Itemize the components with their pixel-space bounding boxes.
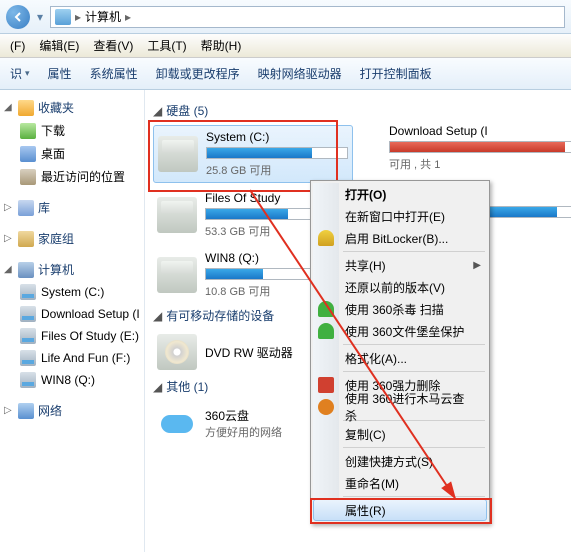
network-icon — [18, 403, 34, 419]
dvd-icon — [157, 334, 197, 370]
ctx-rename[interactable]: 重命名(M) — [313, 472, 487, 494]
toolbar-system-properties[interactable]: 系统属性 — [90, 65, 138, 82]
computer-icon — [18, 262, 34, 278]
shield-green-icon — [318, 323, 334, 339]
toolbar-map-drive[interactable]: 映射网络驱动器 — [258, 65, 342, 82]
chevron-right-icon: ▸ — [75, 10, 81, 24]
drive-download-setup[interactable]: Download Setup (I 可用 , 共 1 — [385, 120, 571, 176]
menu-view[interactable]: 查看(V) — [87, 35, 139, 56]
toolbar-uninstall[interactable]: 卸载或更改程序 — [156, 65, 240, 82]
ctx-360-fortress[interactable]: 使用 360文件堡垒保护 — [313, 320, 487, 342]
nav-history-dropdown[interactable]: ▾ — [34, 7, 46, 27]
computer-icon — [55, 9, 71, 25]
drive-icon — [20, 350, 36, 366]
ctx-format[interactable]: 格式化(A)... — [313, 347, 487, 369]
ctx-bitlocker[interactable]: 启用 BitLocker(B)... — [313, 227, 487, 249]
ctx-open-new-window[interactable]: 在新窗口中打开(E) — [313, 205, 487, 227]
star-icon — [18, 100, 34, 116]
drive-icon — [158, 136, 198, 172]
menu-edit[interactable]: 编辑(E) — [33, 35, 85, 56]
ctx-share[interactable]: 共享(H)▶ — [313, 254, 487, 276]
breadcrumb-location[interactable]: 计算机 — [85, 8, 121, 25]
sidebar-drive-q[interactable]: WIN8 (Q:) — [0, 369, 144, 391]
drive-icon — [20, 372, 36, 388]
sidebar-network[interactable]: ▷网络 — [0, 399, 144, 422]
section-hard-disks[interactable]: ◢硬盘 (5) — [153, 102, 571, 119]
shield-green-icon — [318, 301, 334, 317]
sidebar-drive-d[interactable]: Download Setup (I — [0, 303, 144, 325]
sidebar-item-recent[interactable]: 最近访问的位置 — [0, 165, 144, 188]
nav-back-button[interactable] — [6, 5, 30, 29]
menu-help[interactable]: 帮助(H) — [195, 35, 248, 56]
drive-icon — [20, 306, 36, 322]
navigation-sidebar: ◢收藏夹 下载 桌面 最近访问的位置 ▷库 ▷家庭组 ◢计算机 System (… — [0, 90, 145, 552]
ctx-properties[interactable]: 属性(R) — [313, 499, 487, 521]
drive-icon — [157, 257, 197, 293]
shield-icon — [318, 230, 334, 246]
delete-icon — [318, 377, 334, 393]
menu-file[interactable]: (F) — [4, 37, 31, 55]
toolbar-control-panel[interactable]: 打开控制面板 — [360, 65, 432, 82]
cloud-icon — [157, 405, 197, 441]
sidebar-item-desktop[interactable]: 桌面 — [0, 142, 144, 165]
toolbar: 识▾ 属性 系统属性 卸载或更改程序 映射网络驱动器 打开控制面板 — [0, 58, 571, 90]
sidebar-favorites[interactable]: ◢收藏夹 — [0, 96, 144, 119]
sidebar-drive-e[interactable]: Files Of Study (E:) — [0, 325, 144, 347]
arrow-left-icon — [13, 12, 23, 22]
sidebar-libraries[interactable]: ▷库 — [0, 196, 144, 219]
ctx-copy[interactable]: 复制(C) — [313, 423, 487, 445]
drive-icon — [157, 197, 197, 233]
sidebar-item-downloads[interactable]: 下载 — [0, 119, 144, 142]
homegroup-icon — [18, 231, 34, 247]
ctx-open[interactable]: 打开(O) — [313, 183, 487, 205]
toolbar-organize[interactable]: 识▾ — [10, 65, 30, 82]
library-icon — [18, 200, 34, 216]
recent-icon — [20, 169, 36, 185]
desktop-icon — [20, 146, 36, 162]
ctx-360-trojan-scan[interactable]: 使用 360进行木马云查杀 — [313, 396, 487, 418]
ctx-create-shortcut[interactable]: 创建快捷方式(S) — [313, 450, 487, 472]
download-icon — [20, 123, 36, 139]
address-bar: ▾ ▸ 计算机 ▸ — [0, 0, 571, 34]
drive-icon — [20, 328, 36, 344]
menu-tools[interactable]: 工具(T) — [141, 35, 192, 56]
chevron-right-icon: ▸ — [125, 10, 131, 24]
toolbar-properties[interactable]: 属性 — [48, 65, 72, 82]
sidebar-homegroup[interactable]: ▷家庭组 — [0, 227, 144, 250]
sidebar-computer[interactable]: ◢计算机 — [0, 258, 144, 281]
ctx-360-scan[interactable]: 使用 360杀毒 扫描 — [313, 298, 487, 320]
sidebar-drive-c[interactable]: System (C:) — [0, 281, 144, 303]
sidebar-drive-f[interactable]: Life And Fun (F:) — [0, 347, 144, 369]
drive-system-c[interactable]: System (C:) 25.8 GB 可用 — [153, 125, 353, 183]
drive-icon — [20, 284, 36, 300]
scan-icon — [318, 399, 334, 415]
breadcrumb[interactable]: ▸ 计算机 ▸ — [50, 6, 565, 28]
menu-bar: (F) 编辑(E) 查看(V) 工具(T) 帮助(H) — [0, 34, 571, 58]
ctx-previous-versions[interactable]: 还原以前的版本(V) — [313, 276, 487, 298]
chevron-right-icon: ▶ — [473, 260, 481, 271]
context-menu: 打开(O) 在新窗口中打开(E) 启用 BitLocker(B)... 共享(H… — [310, 180, 490, 524]
